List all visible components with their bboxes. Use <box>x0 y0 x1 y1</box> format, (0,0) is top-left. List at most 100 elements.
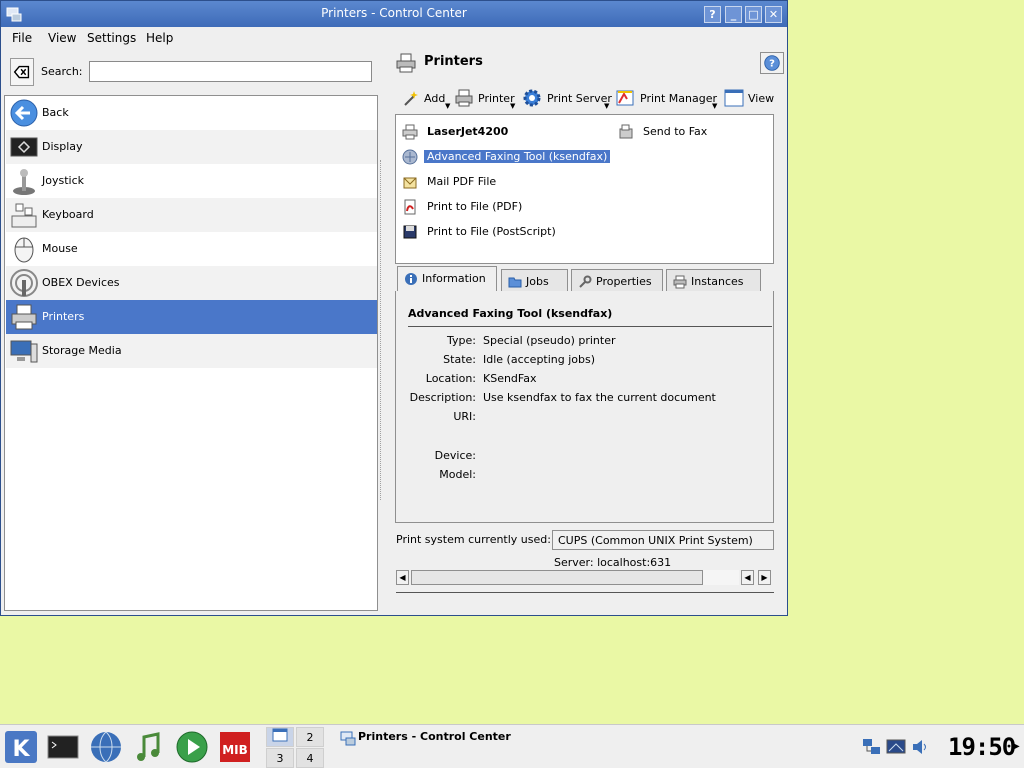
window-title: Printers - Control Center <box>321 6 467 20</box>
scroll-left-button[interactable]: ◀ <box>396 570 409 585</box>
tab-jobs[interactable]: Jobs <box>501 269 568 292</box>
search-input[interactable] <box>89 61 372 82</box>
info-row-model: Model: <box>396 468 774 484</box>
printer-item-ksendfax[interactable]: Advanced Faxing Tool (ksendfax) <box>402 148 622 166</box>
info-row-description: Description: Use ksendfax to fax the cur… <box>396 391 774 407</box>
display-tray-icon[interactable] <box>886 737 906 757</box>
printer-name: LaserJet4200 <box>427 125 509 138</box>
music-note-icon[interactable] <box>132 729 166 765</box>
info-row-type: Type: Special (pseudo) printer <box>396 334 774 350</box>
printer-item-print-to-postscript[interactable]: Print to File (PostScript) <box>402 223 602 241</box>
menu-help[interactable]: Help <box>146 31 173 45</box>
horizontal-scrollbar[interactable]: ◀ ◀ ▶ <box>396 570 774 585</box>
printer-list[interactable]: LaserJet4200 Send to Fax Advanced Faxing… <box>395 114 774 264</box>
printer-item-mail-pdf[interactable]: Mail PDF File <box>402 173 602 191</box>
scrollbar-handle[interactable] <box>411 570 703 585</box>
search-label: Search: <box>41 65 83 78</box>
scrollbar-track[interactable] <box>703 570 739 585</box>
maximize-button[interactable]: □ <box>745 6 762 23</box>
printer-name: Print to File (PostScript) <box>427 225 556 238</box>
module-label: Mouse <box>42 242 78 255</box>
terminal-icon[interactable] <box>46 729 80 765</box>
minimize-button[interactable]: _ <box>725 6 742 23</box>
divider <box>408 326 772 327</box>
postscript-icon <box>403 225 417 239</box>
module-item-joystick[interactable]: Joystick <box>6 164 377 198</box>
module-item-mouse[interactable]: Mouse <box>6 232 377 266</box>
module-item-printers[interactable]: Printers <box>6 300 377 334</box>
clear-search-button[interactable] <box>10 58 34 86</box>
pane-splitter[interactable] <box>380 160 382 500</box>
close-button[interactable]: ✕ <box>765 6 782 23</box>
module-item-obex[interactable]: OBEX Devices <box>6 266 377 300</box>
add-button[interactable]: Add ▼ <box>401 84 451 112</box>
desktop-pager-4[interactable]: 4 <box>296 748 324 768</box>
mail-pdf-icon <box>403 177 417 189</box>
info-key: URI: <box>453 410 476 423</box>
info-title: Advanced Faxing Tool (ksendfax) <box>408 307 613 320</box>
module-item-storage[interactable]: Storage Media <box>6 334 377 368</box>
menu-view[interactable]: View <box>48 31 76 45</box>
print-system-label: Print system currently used: <box>396 533 551 546</box>
printer-item-send-to-fax[interactable]: Send to Fax <box>618 123 768 141</box>
clear-left-icon <box>13 65 30 79</box>
info-row-location: Location: KSendFax <box>396 372 774 388</box>
svg-text:MIB: MIB <box>222 743 248 757</box>
back-arrow-icon <box>10 99 38 127</box>
module-item-keyboard[interactable]: Keyboard <box>6 198 377 232</box>
help-title-button[interactable]: ? <box>704 6 721 23</box>
desktop-pager-3[interactable]: 3 <box>266 748 294 768</box>
control-center-icon <box>340 731 356 746</box>
media-play-icon[interactable] <box>175 729 209 765</box>
printer-item-laserjet[interactable]: LaserJet4200 <box>402 123 602 141</box>
scroll-left-button-2[interactable]: ◀ <box>741 570 754 585</box>
print-manager-label: Print Manager <box>640 92 718 105</box>
desktop-pager-1[interactable] <box>266 727 294 747</box>
storage-icon <box>10 340 38 363</box>
network-icon[interactable] <box>862 737 882 757</box>
wrench-icon <box>579 275 592 288</box>
view-button[interactable]: View <box>724 84 776 112</box>
menu-settings[interactable]: Settings <box>87 31 136 45</box>
server-label: Server: localhost:631 <box>554 556 672 569</box>
tab-properties[interactable]: Properties <box>571 269 663 292</box>
print-manager-icon <box>616 90 634 106</box>
folder-icon <box>508 277 522 288</box>
scroll-right-button[interactable]: ▶ <box>758 570 771 585</box>
info-key: Device: <box>434 449 476 462</box>
printer-menu-button[interactable]: Printer ▼ <box>454 84 519 112</box>
module-list[interactable]: Back Display Joystick Keyboard Mouse OBE… <box>4 95 378 611</box>
dropdown-arrow-icon: ▼ <box>445 102 451 110</box>
obex-icon <box>10 269 38 297</box>
mib-app-icon[interactable]: MIB <box>218 729 252 765</box>
desktop-pager-2[interactable]: 2 <box>296 727 324 747</box>
tab-label: Information <box>422 272 486 285</box>
menu-bar: File View Settings Help <box>1 27 787 49</box>
expand-arrow-icon[interactable]: ▶ <box>1012 741 1020 752</box>
joystick-icon <box>13 169 35 195</box>
print-system-select[interactable]: CUPS (Common UNIX Print System) <box>552 530 774 550</box>
gear-icon <box>523 89 541 107</box>
browser-globe-icon[interactable] <box>89 729 123 765</box>
dropdown-arrow-icon: ▼ <box>604 102 610 110</box>
volume-icon[interactable] <box>910 737 930 757</box>
printer-icon <box>402 124 418 140</box>
taskbar-entry-control-center[interactable]: Printers - Control Center <box>336 727 586 747</box>
title-bar[interactable]: Printers - Control Center ? _ □ ✕ <box>1 1 787 27</box>
info-key: Description: <box>409 391 476 404</box>
print-manager-button[interactable]: Print Manager ▼ <box>615 84 721 112</box>
module-item-display[interactable]: Display <box>6 130 377 164</box>
tab-information[interactable]: Information <box>397 266 497 292</box>
menu-file[interactable]: File <box>12 31 32 45</box>
taskbar: K MIB 2 3 4 Printers - Control Center 19… <box>0 724 1024 768</box>
help-button[interactable]: ? <box>760 52 784 74</box>
printer-item-print-to-pdf[interactable]: Print to File (PDF) <box>402 198 602 216</box>
tab-instances[interactable]: Instances <box>666 269 761 292</box>
kde-menu-icon[interactable]: K <box>4 729 38 765</box>
module-label: Printers <box>42 310 85 323</box>
printer-name: Mail PDF File <box>427 175 497 188</box>
print-server-button[interactable]: Print Server ▼ <box>522 84 612 112</box>
mouse-icon <box>14 237 34 263</box>
info-value: KSendFax <box>483 372 537 385</box>
module-item-back[interactable]: Back <box>6 96 377 130</box>
